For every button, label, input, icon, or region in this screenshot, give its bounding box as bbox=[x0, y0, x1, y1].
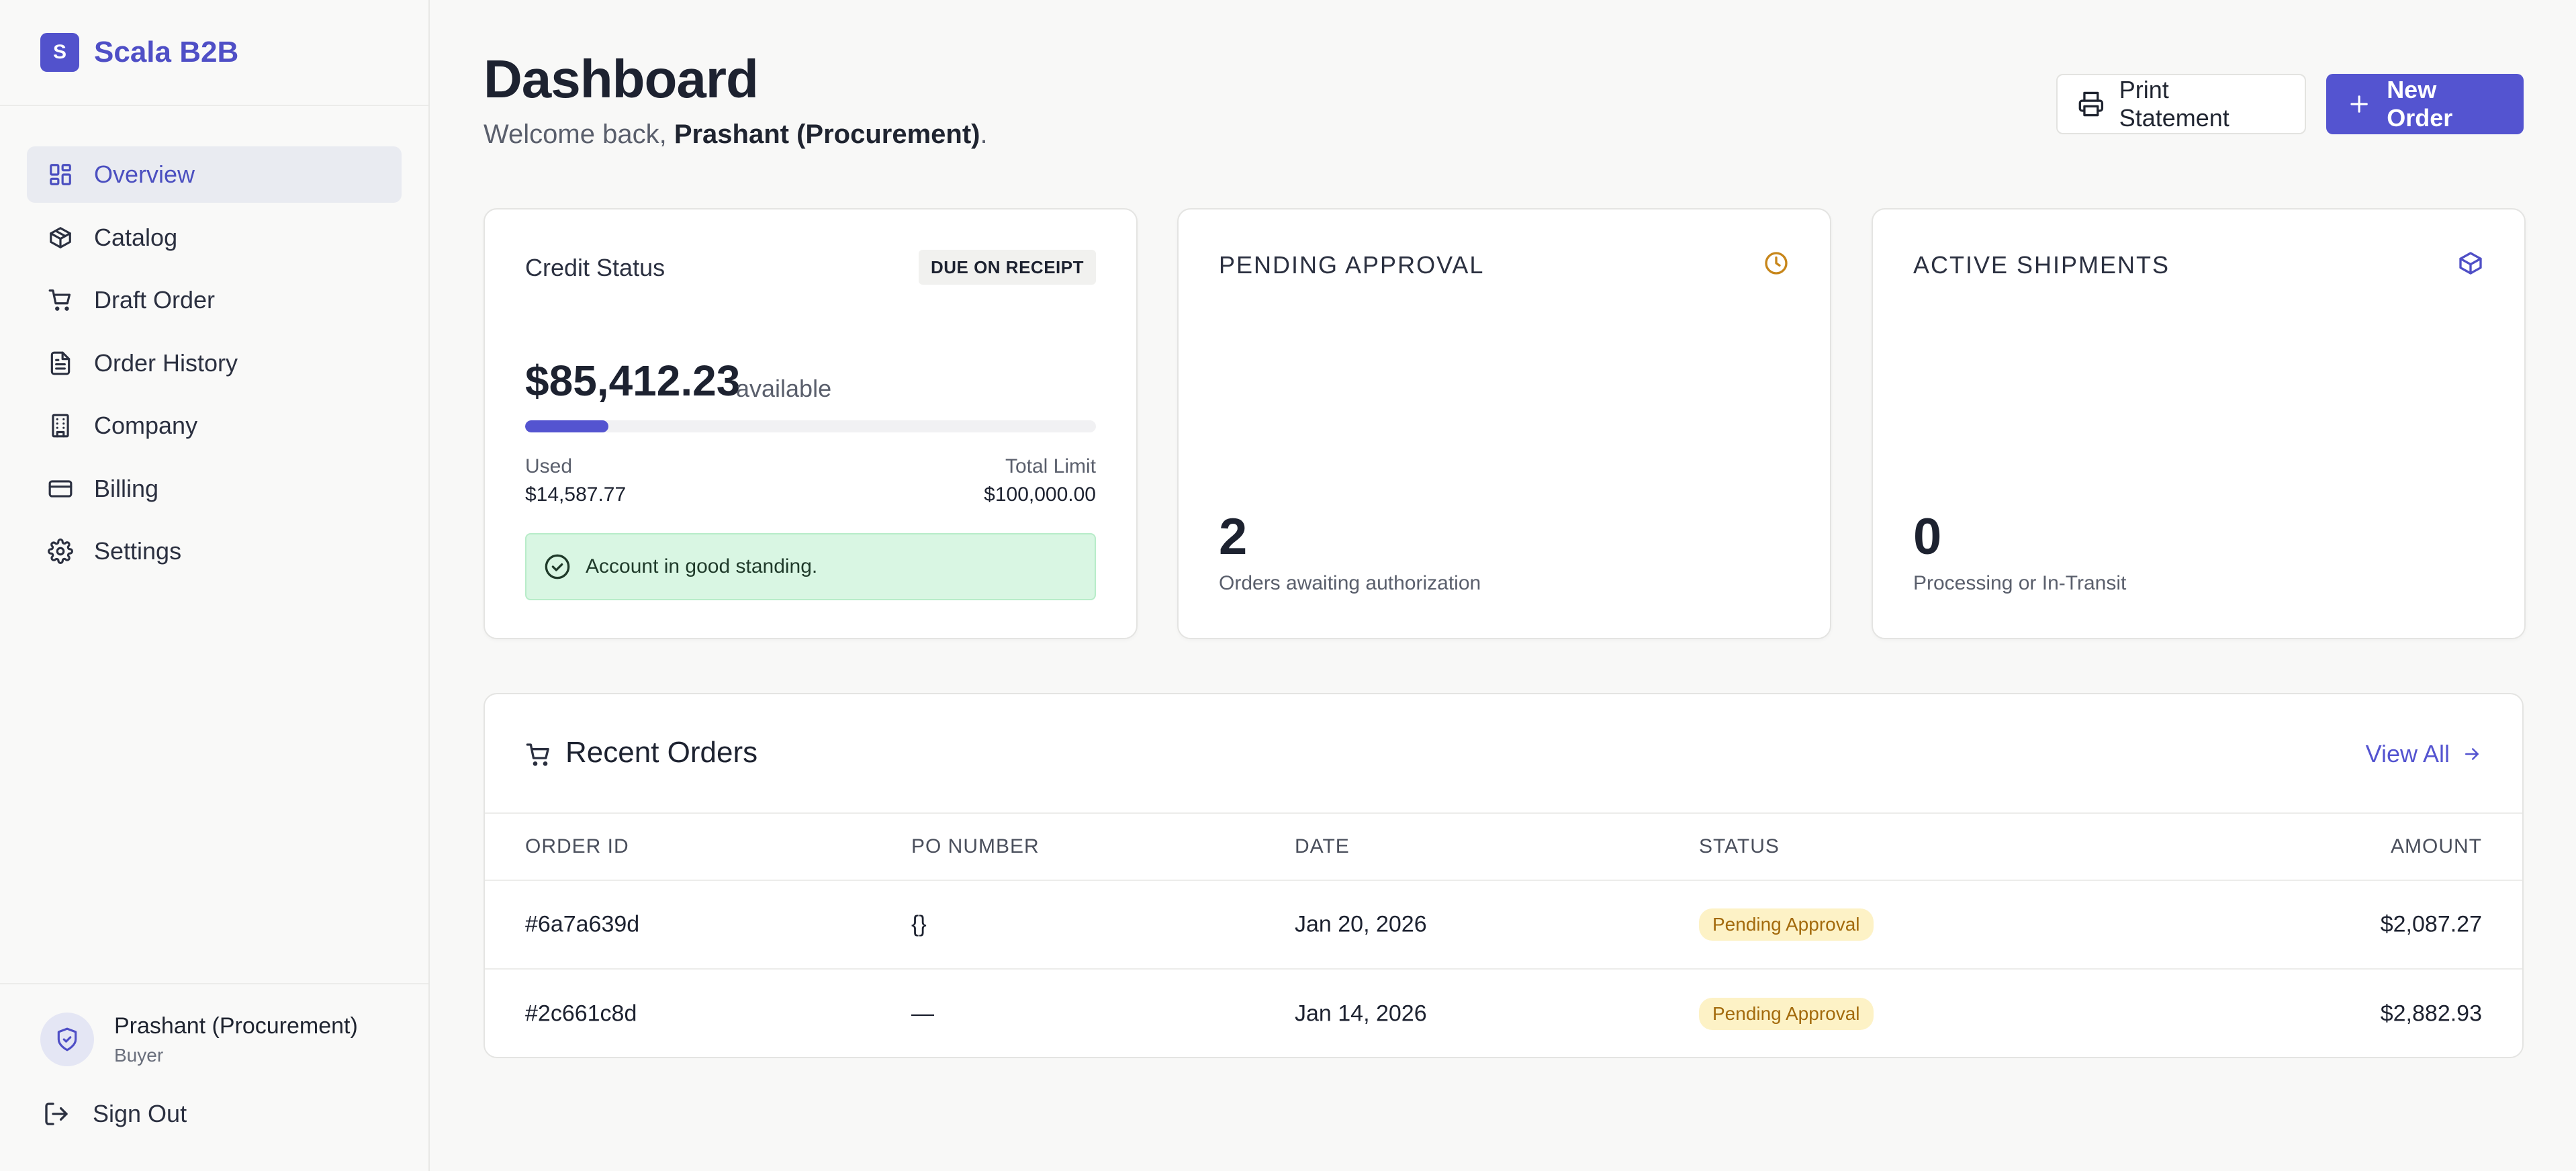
order-id[interactable]: #2c661c8d bbox=[525, 1001, 637, 1027]
welcome-user-name: Prashant (Procurement) bbox=[674, 120, 980, 149]
clock-icon bbox=[1763, 250, 1790, 277]
user-profile[interactable]: Prashant (Procurement) Buyer bbox=[0, 984, 428, 1066]
column-header-order-id[interactable]: ORDER ID bbox=[525, 835, 629, 858]
credit-status-title: Credit Status bbox=[525, 254, 665, 281]
account-standing-notice: Account in good standing. bbox=[525, 533, 1096, 600]
recent-orders-header: Recent Orders View All bbox=[485, 694, 2522, 814]
pending-approval-count: 2 bbox=[1219, 508, 1248, 565]
new-order-label: New Order bbox=[2387, 76, 2453, 132]
log-out-icon bbox=[45, 1103, 68, 1125]
order-id[interactable]: #6a7a639d bbox=[525, 912, 639, 938]
shield-check-icon bbox=[57, 1027, 77, 1051]
credit-available-label: available bbox=[736, 375, 832, 402]
sidebar-item-draft-order[interactable]: Draft Order bbox=[27, 272, 402, 328]
pending-approval-card[interactable]: PENDING APPROVAL 2 Orders awaiting autho… bbox=[1177, 208, 1831, 639]
sidebar-item-label: Settings bbox=[94, 537, 182, 565]
box-icon bbox=[47, 224, 74, 251]
package-icon bbox=[2457, 250, 2484, 277]
active-shipments-count: 0 bbox=[1913, 508, 1942, 565]
credit-usage-bar bbox=[525, 420, 1096, 432]
active-shipments-title: ACTIVE SHIPMENTS bbox=[1913, 251, 2170, 279]
sidebar-item-label: Billing bbox=[94, 474, 159, 502]
table-row[interactable]: #2c661c8d — Jan 14, 2026 Pending Approva… bbox=[485, 970, 2522, 1057]
column-header-po-number[interactable]: PO NUMBER bbox=[911, 835, 1040, 858]
status-badge: Pending Approval bbox=[1699, 998, 1874, 1030]
po-number: — bbox=[911, 1000, 934, 1027]
active-shipments-card[interactable]: ACTIVE SHIPMENTS 0 Processing or In-Tran… bbox=[1872, 208, 2526, 639]
column-header-status[interactable]: STATUS bbox=[1699, 835, 1780, 858]
sidebar-item-billing[interactable]: Billing bbox=[27, 461, 402, 517]
view-all-label: View All bbox=[2365, 740, 2450, 767]
sidebar-item-catalog[interactable]: Catalog bbox=[27, 209, 402, 266]
view-all-link[interactable]: View All bbox=[2366, 740, 2482, 768]
new-order-button[interactable]: New Order bbox=[2326, 74, 2524, 134]
print-statement-label: Print Statement bbox=[2119, 76, 2229, 132]
sign-out-label: Sign Out bbox=[93, 1100, 187, 1127]
brand-name: Scala B2B bbox=[94, 36, 239, 68]
user-name: Prashant (Procurement) bbox=[114, 1013, 358, 1039]
gear-icon bbox=[47, 538, 74, 565]
avatar bbox=[40, 1013, 94, 1066]
brand-logo: S bbox=[40, 33, 79, 72]
sidebar-nav: Overview Catalog Draft Order Order Histo… bbox=[0, 106, 428, 586]
sidebar: S Scala B2B Overview Catalog Draft Order… bbox=[0, 0, 430, 1171]
status-badge: Pending Approval bbox=[1699, 908, 1874, 941]
pending-approval-title: PENDING APPROVAL bbox=[1219, 251, 1485, 279]
credit-limit-label: Total Limit bbox=[1005, 455, 1096, 477]
printer-icon bbox=[2078, 91, 2104, 117]
table-row[interactable]: #6a7a639d {} Jan 20, 2026 Pending Approv… bbox=[485, 881, 2522, 970]
building-icon bbox=[47, 412, 74, 439]
arrow-right-icon bbox=[2465, 748, 2479, 760]
payment-terms-badge: DUE ON RECEIPT bbox=[918, 250, 1096, 285]
account-standing-text: Account in good standing. bbox=[586, 555, 818, 577]
credit-usage-fill bbox=[525, 420, 608, 432]
file-icon bbox=[47, 350, 74, 377]
column-header-date[interactable]: DATE bbox=[1295, 835, 1350, 858]
order-amount: $2,087.27 bbox=[2380, 911, 2482, 937]
credit-limit-value: $100,000.00 bbox=[984, 483, 1096, 506]
credit-card-icon bbox=[47, 475, 74, 502]
credit-used-label: Used bbox=[525, 455, 573, 477]
recent-orders-panel: Recent Orders View All ORDER ID PO NUMBE… bbox=[484, 693, 2524, 1058]
po-number: {} bbox=[911, 911, 927, 937]
table-header: ORDER ID PO NUMBER DATE STATUS AMOUNT bbox=[485, 814, 2522, 881]
credit-status-card: Credit Status DUE ON RECEIPT $85,412.23 … bbox=[484, 208, 1138, 639]
sidebar-item-label: Company bbox=[94, 412, 198, 439]
sidebar-item-label: Draft Order bbox=[94, 286, 216, 314]
sidebar-item-order-history[interactable]: Order History bbox=[27, 335, 402, 391]
welcome-text: Welcome back, Prashant (Procurement). bbox=[484, 120, 988, 149]
print-statement-button[interactable]: Print Statement bbox=[2056, 74, 2306, 134]
brand[interactable]: S Scala B2B bbox=[0, 0, 428, 106]
order-date: Jan 20, 2026 bbox=[1295, 911, 1427, 937]
sidebar-footer: Prashant (Procurement) Buyer Sign Out bbox=[0, 983, 428, 1171]
credit-available-amount: $85,412.23 bbox=[525, 357, 741, 405]
sidebar-item-label: Order History bbox=[94, 348, 238, 377]
main-content: Dashboard Welcome back, Prashant (Procur… bbox=[430, 0, 2576, 1171]
page-title: Dashboard bbox=[484, 49, 759, 109]
sidebar-item-label: Catalog bbox=[94, 223, 178, 251]
credit-used-value: $14,587.77 bbox=[525, 483, 627, 506]
sidebar-item-settings[interactable]: Settings bbox=[27, 523, 402, 579]
user-role: Buyer bbox=[114, 1044, 164, 1066]
sidebar-item-company[interactable]: Company bbox=[27, 397, 402, 454]
cart-icon bbox=[525, 741, 552, 768]
order-date: Jan 14, 2026 bbox=[1295, 1000, 1427, 1027]
sidebar-item-overview[interactable]: Overview bbox=[27, 146, 402, 203]
plus-icon bbox=[2350, 95, 2368, 113]
check-circle-icon bbox=[545, 554, 570, 579]
grid-icon bbox=[47, 161, 74, 188]
column-header-amount[interactable]: AMOUNT bbox=[2391, 835, 2482, 858]
recent-orders-title: Recent Orders bbox=[565, 736, 758, 769]
sign-out-button[interactable]: Sign Out bbox=[0, 1066, 428, 1128]
pending-approval-subtitle: Orders awaiting authorization bbox=[1219, 572, 1481, 594]
cart-icon bbox=[47, 287, 74, 314]
sidebar-item-label: Overview bbox=[94, 160, 195, 188]
order-amount: $2,882.93 bbox=[2380, 1000, 2482, 1027]
active-shipments-subtitle: Processing or In-Transit bbox=[1913, 572, 2127, 594]
